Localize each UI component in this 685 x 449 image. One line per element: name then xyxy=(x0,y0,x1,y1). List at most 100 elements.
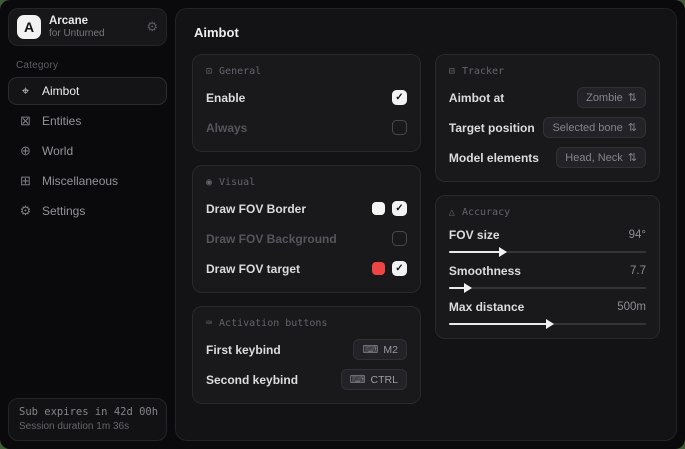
chevron-expand-icon: ⇅ xyxy=(628,151,637,164)
keyboard-icon: ⌨ xyxy=(206,318,212,329)
general-icon: ⊡ xyxy=(206,66,212,77)
aimbot-at-dropdown[interactable]: Zombie ⇅ xyxy=(577,87,646,108)
enable-checkbox[interactable]: ✓ xyxy=(392,90,407,105)
sidebar-item-label: Settings xyxy=(42,204,85,218)
setting-label: Max distance xyxy=(449,300,524,314)
accuracy-card: △ Accuracy FOV size 94° xyxy=(435,195,660,339)
grid-icon: ⊞ xyxy=(18,173,33,189)
model-elements-dropdown[interactable]: Head, Neck ⇅ xyxy=(556,147,646,168)
setting-label: Draw FOV target xyxy=(206,262,300,276)
chevron-expand-icon: ⇅ xyxy=(628,121,637,134)
sidebar-item-entities[interactable]: ⊠ Entities xyxy=(8,107,167,135)
setting-row-fov-target: Draw FOV target ✓ xyxy=(206,258,407,279)
color-swatch[interactable] xyxy=(372,202,385,215)
setting-label: Model elements xyxy=(449,151,539,165)
sidebar: A Arcane for Unturned ⚙ Category ⌖ Aimbo… xyxy=(0,0,175,449)
sidebar-item-label: World xyxy=(42,144,73,158)
keyboard-icon: ⌨ xyxy=(350,373,366,386)
dropdown-value: Zombie xyxy=(586,92,623,104)
setting-label: Draw FOV Border xyxy=(206,202,306,216)
brand-title: Arcane xyxy=(49,15,138,28)
color-swatch[interactable] xyxy=(372,262,385,275)
keybind-value: CTRL xyxy=(371,374,398,386)
first-keybind-button[interactable]: ⌨ M2 xyxy=(353,339,406,360)
sidebar-item-label: Aimbot xyxy=(42,84,79,98)
setting-label: Second keybind xyxy=(206,373,298,387)
setting-row-aimbot-at: Aimbot at Zombie ⇅ xyxy=(449,87,646,108)
sidebar-item-label: Entities xyxy=(42,114,81,128)
setting-label: Smoothness xyxy=(449,264,521,278)
sidebar-item-world[interactable]: ⊕ World xyxy=(8,137,167,165)
card-header-label: General xyxy=(219,66,261,77)
setting-row-target-position: Target position Selected bone ⇅ xyxy=(449,117,646,138)
setting-row-fov-border: Draw FOV Border ✓ xyxy=(206,198,407,219)
fov-border-checkbox[interactable]: ✓ xyxy=(392,201,407,216)
visual-icon: ◉ xyxy=(206,177,212,188)
fov-size-slider[interactable] xyxy=(449,251,646,253)
gear-icon[interactable]: ⚙ xyxy=(146,19,158,35)
slider-thumb[interactable] xyxy=(464,283,472,293)
sub-expiry-text: Sub expires in 42d 00h xyxy=(19,406,156,418)
card-header-label: Accuracy xyxy=(462,207,510,218)
setting-row-enable: Enable ✓ xyxy=(206,87,407,108)
setting-row-always: Always ✓ xyxy=(206,117,407,138)
setting-label: First keybind xyxy=(206,343,281,357)
max-distance-slider[interactable] xyxy=(449,323,646,325)
visual-card: ◉ Visual Draw FOV Border ✓ Draw FOV Back… xyxy=(192,165,421,293)
second-keybind-button[interactable]: ⌨ CTRL xyxy=(341,369,407,390)
sidebar-item-settings[interactable]: ⚙ Settings xyxy=(8,197,167,225)
slider-thumb[interactable] xyxy=(546,319,554,329)
crosshair-icon: ⌖ xyxy=(18,83,33,99)
slider-row-max-distance: Max distance 500m xyxy=(449,300,646,325)
brand-card: A Arcane for Unturned ⚙ xyxy=(8,8,167,46)
slider-row-fov-size: FOV size 94° xyxy=(449,228,646,253)
setting-row-fov-background: Draw FOV Background ✓ xyxy=(206,228,407,249)
setting-label: Always xyxy=(206,121,247,135)
globe-icon: ⊕ xyxy=(18,143,33,159)
sidebar-nav: ⌖ Aimbot ⊠ Entities ⊕ World ⊞ Miscellane… xyxy=(8,77,167,225)
target-position-dropdown[interactable]: Selected bone ⇅ xyxy=(543,117,646,138)
setting-row-model-elements: Model elements Head, Neck ⇅ xyxy=(449,147,646,168)
fov-target-checkbox[interactable]: ✓ xyxy=(392,261,407,276)
always-checkbox[interactable]: ✓ xyxy=(392,120,407,135)
card-header-label: Activation buttons xyxy=(219,318,327,329)
card-header-label: Visual xyxy=(219,177,255,188)
entities-icon: ⊠ xyxy=(18,113,33,129)
keybind-value: M2 xyxy=(383,344,398,356)
slider-thumb[interactable] xyxy=(499,247,507,257)
tracker-icon: ⊟ xyxy=(449,66,455,77)
fov-background-checkbox[interactable]: ✓ xyxy=(392,231,407,246)
chevron-expand-icon: ⇅ xyxy=(628,91,637,104)
general-card: ⊡ General Enable ✓ Always ✓ xyxy=(192,54,421,152)
setting-row-second-keybind: Second keybind ⌨ CTRL xyxy=(206,369,407,390)
sidebar-item-aimbot[interactable]: ⌖ Aimbot xyxy=(8,77,167,105)
app-window: A Arcane for Unturned ⚙ Category ⌖ Aimbo… xyxy=(0,0,685,449)
slider-value: 500m xyxy=(617,301,646,313)
dropdown-value: Selected bone xyxy=(552,122,622,134)
settings-gear-icon: ⚙ xyxy=(18,203,33,219)
subscription-card: Sub expires in 42d 00h Session duration … xyxy=(8,398,167,441)
smoothness-slider[interactable] xyxy=(449,287,646,289)
sidebar-item-label: Miscellaneous xyxy=(42,174,118,188)
brand-text: Arcane for Unturned xyxy=(49,15,138,39)
session-duration-text: Session duration 1m 36s xyxy=(19,421,156,432)
main-panel: Aimbot ⊡ General Enable ✓ Always ✓ xyxy=(175,8,677,441)
brand-logo: A xyxy=(17,15,41,39)
page-title: Aimbot xyxy=(194,25,660,40)
brand-subtitle: for Unturned xyxy=(49,28,138,39)
sidebar-item-miscellaneous[interactable]: ⊞ Miscellaneous xyxy=(8,167,167,195)
tracker-card: ⊟ Tracker Aimbot at Zombie ⇅ Target posi… xyxy=(435,54,660,182)
setting-label: Enable xyxy=(206,91,245,105)
card-header-label: Tracker xyxy=(462,66,504,77)
slider-value: 94° xyxy=(629,229,646,241)
setting-row-first-keybind: First keybind ⌨ M2 xyxy=(206,339,407,360)
setting-label: FOV size xyxy=(449,228,500,242)
activation-card: ⌨ Activation buttons First keybind ⌨ M2 … xyxy=(192,306,421,404)
setting-label: Aimbot at xyxy=(449,91,504,105)
slider-row-smoothness: Smoothness 7.7 xyxy=(449,264,646,289)
setting-label: Draw FOV Background xyxy=(206,232,337,246)
accuracy-icon: △ xyxy=(449,207,455,218)
slider-value: 7.7 xyxy=(630,265,646,277)
setting-label: Target position xyxy=(449,121,535,135)
keyboard-icon: ⌨ xyxy=(362,343,378,356)
